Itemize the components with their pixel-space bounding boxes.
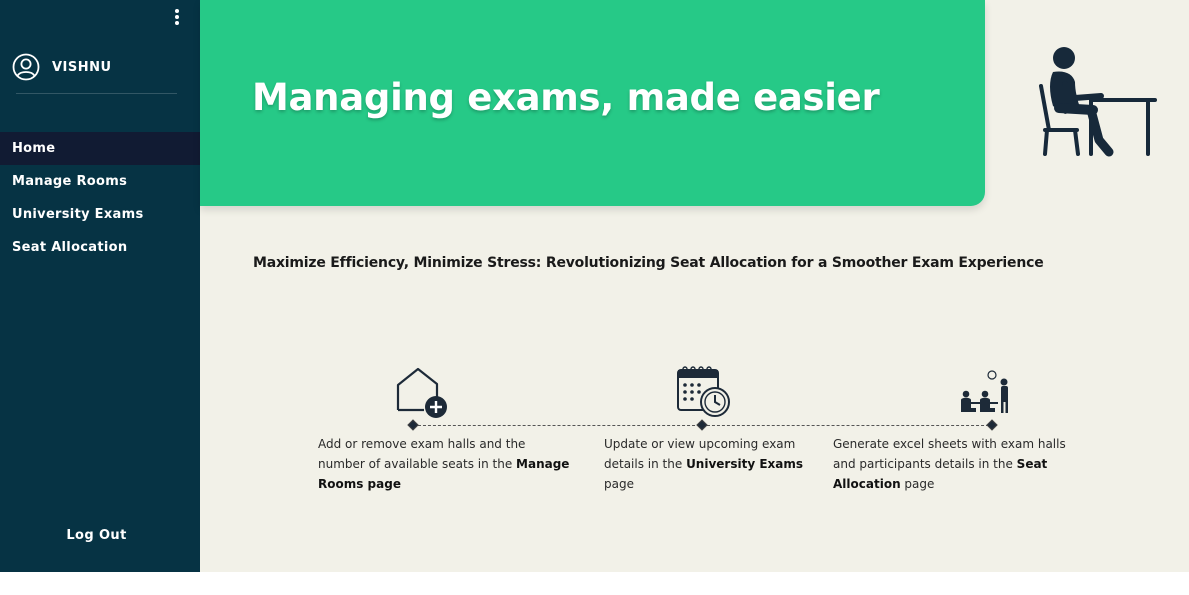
calendar-clock-icon bbox=[677, 366, 730, 417]
timeline-marker bbox=[407, 419, 419, 431]
app-window: VISHNU Home Manage Rooms University Exam… bbox=[0, 0, 1189, 572]
sidebar-item-seat-allocation[interactable]: Seat Allocation bbox=[0, 231, 200, 264]
logout-button[interactable]: Log Out bbox=[0, 528, 193, 543]
step-text: page bbox=[604, 477, 634, 491]
sidebar-item-home[interactable]: Home bbox=[0, 132, 200, 165]
step-text: Add or remove exam halls and the number … bbox=[318, 437, 526, 471]
university-exams-link[interactable]: University Exams bbox=[686, 457, 803, 471]
add-room-icon bbox=[396, 367, 447, 418]
timeline-marker bbox=[986, 419, 998, 431]
person-at-desk-icon bbox=[1039, 47, 1157, 157]
sidebar-item-university-exams[interactable]: University Exams bbox=[0, 198, 200, 231]
sidebar-divider bbox=[16, 93, 177, 94]
sidebar-item-manage-rooms[interactable]: Manage Rooms bbox=[0, 165, 200, 198]
tagline: Maximize Efficiency, Minimize Stress: Re… bbox=[253, 255, 1044, 271]
sidebar-nav: Home Manage Rooms University Exams Seat … bbox=[0, 132, 200, 264]
sidebar: VISHNU Home Manage Rooms University Exam… bbox=[0, 0, 200, 572]
user-name: VISHNU bbox=[52, 59, 112, 75]
main-content: Managing exams, made easier Maximize Eff… bbox=[200, 0, 1189, 572]
step-university-exams-text: Update or view upcoming exam details in … bbox=[604, 434, 804, 494]
vertical-dots-icon[interactable] bbox=[171, 9, 183, 29]
step-text: page bbox=[900, 477, 935, 491]
user-profile[interactable]: VISHNU bbox=[12, 53, 112, 81]
bottom-margin bbox=[0, 572, 1189, 595]
timeline-marker bbox=[696, 419, 708, 431]
hero-title: Managing exams, made easier bbox=[252, 76, 880, 119]
step-seat-allocation-text: Generate excel sheets with exam halls an… bbox=[833, 434, 1083, 494]
hero-banner: Managing exams, made easier bbox=[200, 0, 985, 206]
step-manage-rooms-text: Add or remove exam halls and the number … bbox=[318, 434, 570, 494]
user-circle-icon bbox=[12, 53, 40, 81]
exam-hall-icon bbox=[961, 370, 1008, 413]
